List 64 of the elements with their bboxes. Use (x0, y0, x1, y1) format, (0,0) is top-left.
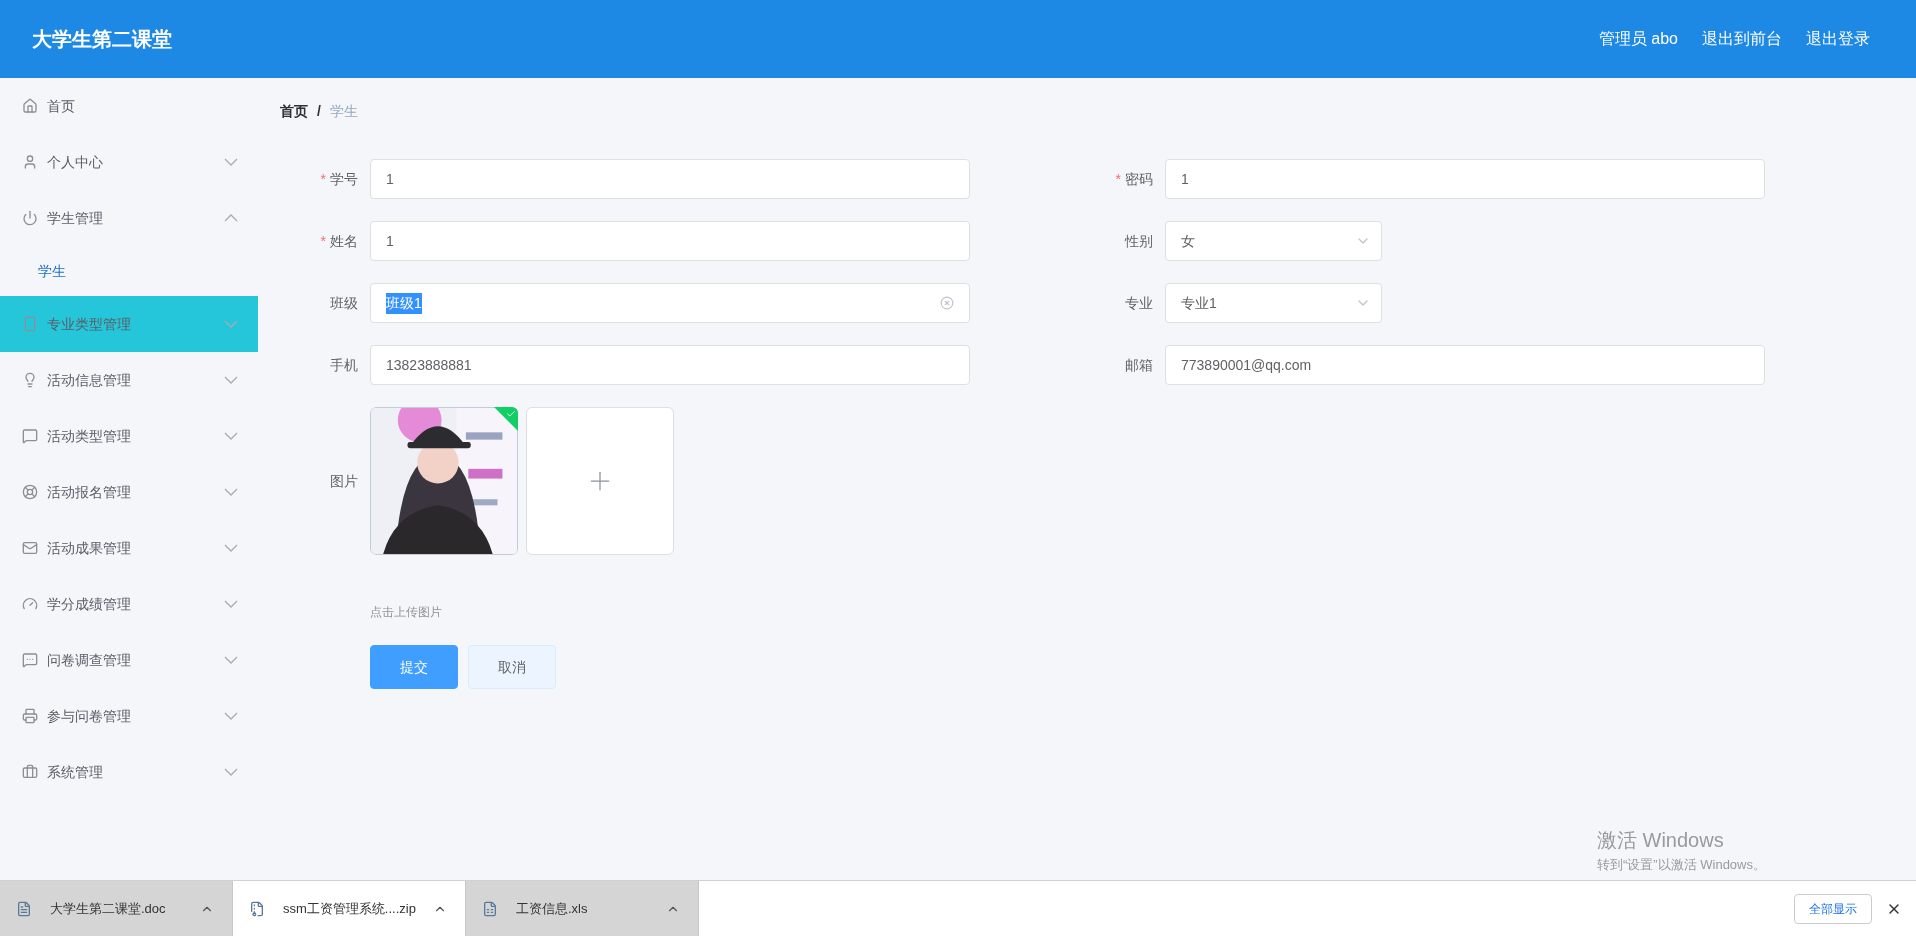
sidebar-item[interactable]: 首页 (0, 78, 258, 134)
sidebar-item[interactable]: 活动类型管理 (0, 408, 258, 464)
text-field[interactable]: 13823888881 (370, 345, 970, 385)
file-icon (482, 900, 498, 917)
header-link[interactable]: 退出登录 (1806, 27, 1870, 51)
file-icon (249, 900, 265, 917)
printer-icon (22, 708, 38, 724)
sidebar-subitem[interactable]: 学生 (0, 246, 258, 296)
phone-icon (22, 316, 38, 332)
field-label: 专业 (1125, 293, 1153, 313)
required-mark: * (320, 231, 326, 251)
field-label: 姓名 (330, 231, 358, 251)
sidebar-item[interactable]: 问卷调查管理 (0, 632, 258, 688)
file-name: ssm工资管理系统....zip (283, 899, 416, 918)
chat-icon (22, 428, 38, 444)
field-label: 图片 (330, 471, 358, 491)
house-icon (22, 98, 38, 114)
power-icon (22, 210, 38, 226)
activation-subtitle: 转到“设置”以激活 Windows。 (1597, 855, 1766, 874)
sidebar-item[interactable]: 系统管理 (0, 744, 258, 800)
text-field[interactable]: 1 (370, 159, 970, 199)
app-title: 大学生第二课堂 (32, 27, 172, 52)
field-label: 班级 (330, 293, 358, 313)
sidebar-item[interactable]: 参与问卷管理 (0, 688, 258, 744)
sidebar-item[interactable]: 个人中心 (0, 134, 258, 190)
field-label: 密码 (1125, 169, 1153, 189)
field-label: 性别 (1125, 231, 1153, 251)
field-label: 邮箱 (1125, 355, 1153, 375)
file-name: 大学生第二课堂.doc (50, 899, 166, 918)
download-item[interactable]: 工资信息.xls (466, 881, 699, 936)
envelope-icon (22, 540, 38, 556)
select-field[interactable]: 女 (1165, 221, 1382, 261)
briefcase-icon (22, 764, 38, 780)
cancel-button[interactable]: 取消 (468, 645, 556, 689)
person-icon (22, 154, 38, 170)
text-field[interactable]: 1 (370, 221, 970, 261)
sidebar-item[interactable]: 专业类型管理 (0, 296, 258, 352)
field-label: 学号 (330, 169, 358, 189)
header-link[interactable]: 退出到前台 (1702, 27, 1782, 51)
breadcrumb-separator: / (317, 101, 321, 121)
text-field[interactable]: 773890001@qq.com (1165, 345, 1765, 385)
sidebar-item[interactable]: 学生管理 (0, 190, 258, 246)
file-icon (16, 900, 32, 917)
upload-hint: 点击上传图片 (370, 605, 442, 619)
chat-dots-icon (22, 652, 38, 668)
sidebar-item[interactable]: 学分成绩管理 (0, 576, 258, 632)
breadcrumb-item[interactable]: 首页 (280, 100, 308, 122)
show-all-button[interactable]: 全部显示 (1794, 893, 1872, 924)
file-name: 工资信息.xls (516, 899, 588, 918)
lifebuoy-icon (22, 484, 38, 500)
required-mark: * (1115, 169, 1121, 189)
breadcrumb-item: 学生 (329, 101, 358, 121)
required-mark: * (320, 169, 326, 189)
field-label: 手机 (330, 355, 358, 375)
gauge-icon (22, 596, 38, 612)
sidebar-item[interactable]: 活动报名管理 (0, 464, 258, 520)
select-field[interactable]: 专业1 (1165, 283, 1382, 323)
download-item[interactable]: 大学生第二课堂.doc (0, 881, 233, 936)
activation-title: 激活 Windows (1597, 827, 1725, 853)
header-link[interactable]: 管理员 abo (1598, 27, 1678, 51)
text-field[interactable]: 1 (1165, 159, 1765, 199)
lightbulb-icon (22, 372, 38, 388)
sidebar-item[interactable]: 活动信息管理 (0, 352, 258, 408)
sidebar-item[interactable]: 活动成果管理 (0, 520, 258, 576)
